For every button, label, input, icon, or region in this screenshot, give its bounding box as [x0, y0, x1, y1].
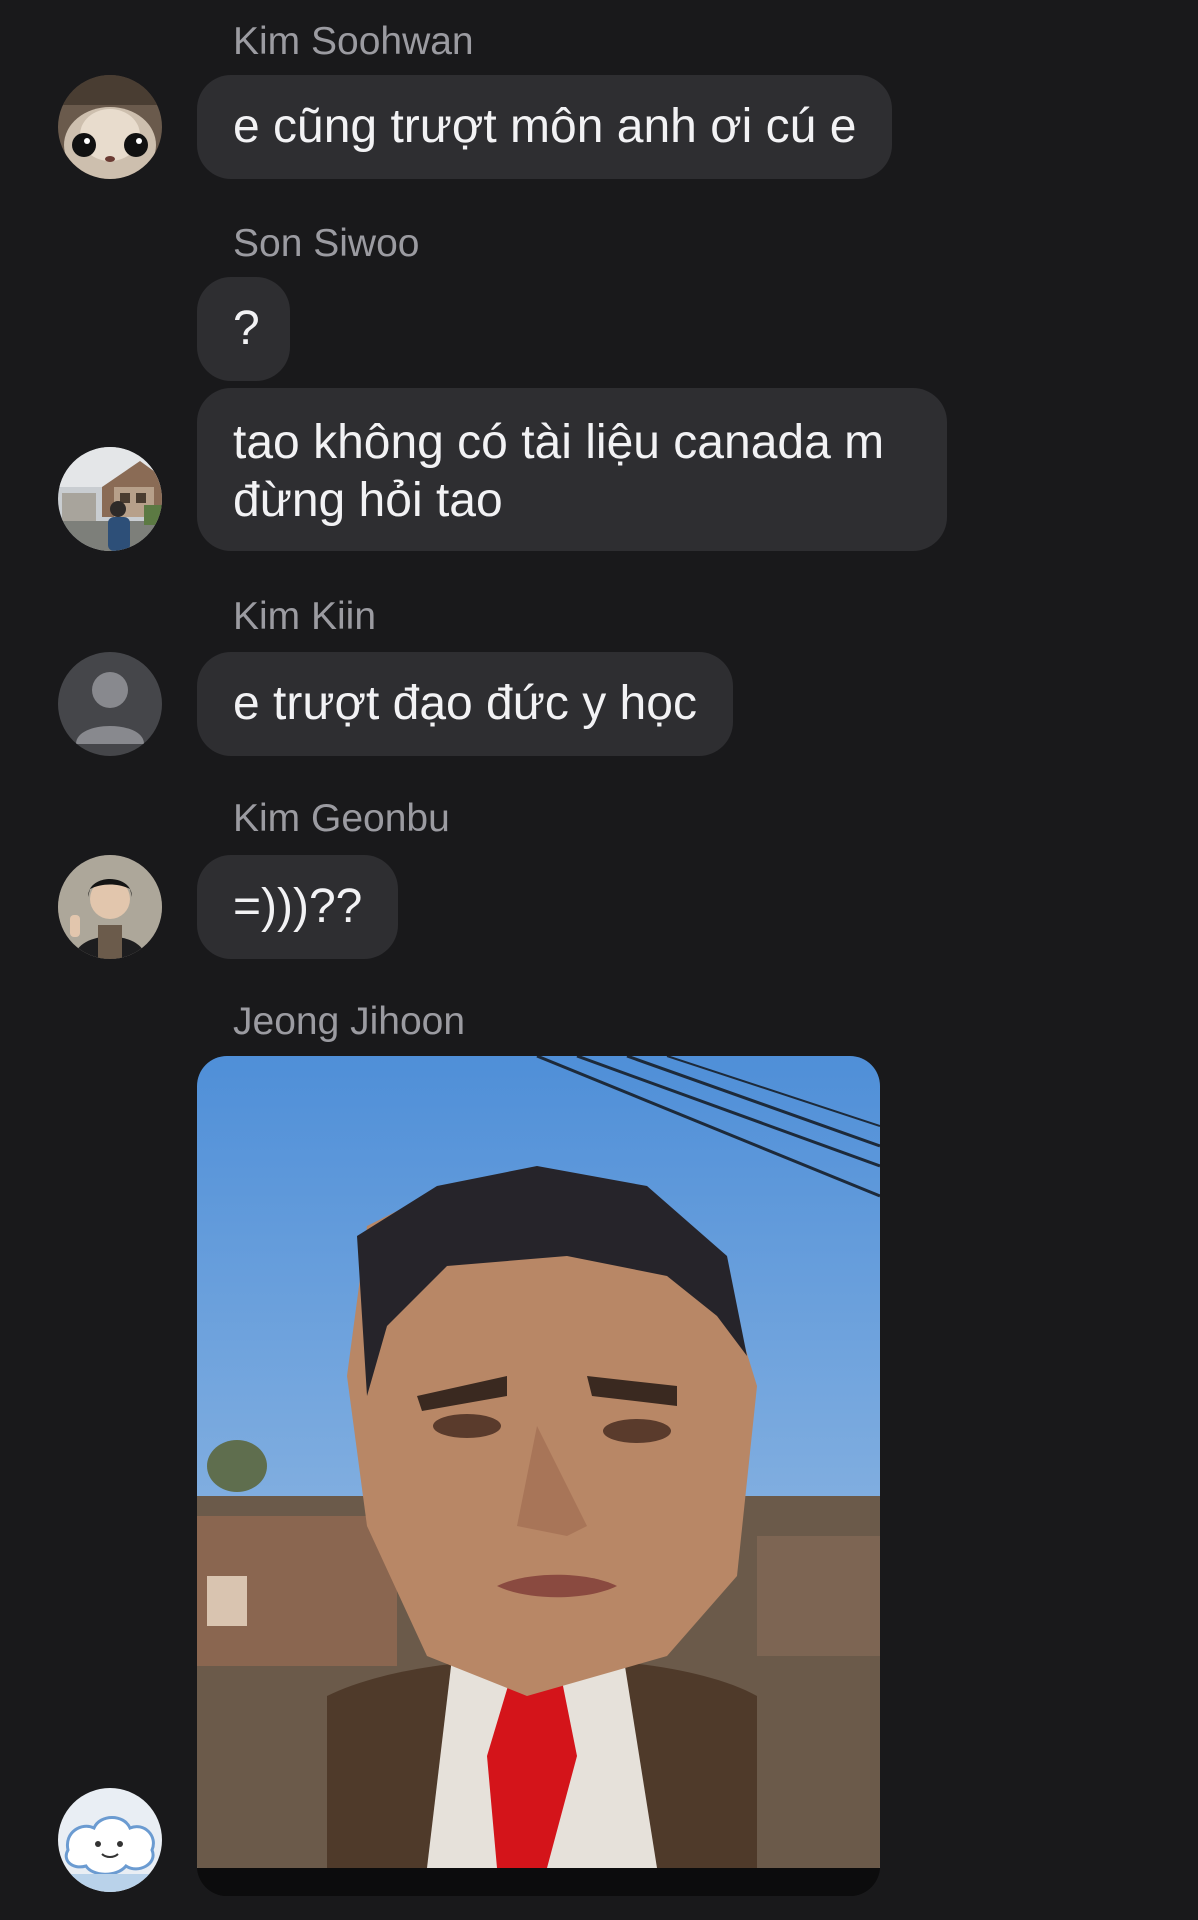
message-bubble[interactable]: ? — [197, 277, 290, 381]
message-bubble[interactable]: e cũng trượt môn anh ơi cú e — [197, 75, 893, 179]
message-text: =)))?? — [233, 880, 363, 933]
cartoon-cloud-avatar-icon[interactable] — [58, 1788, 162, 1892]
message-text: e cũng trượt môn anh ơi cú e — [233, 100, 857, 153]
message-bubble[interactable]: tao không có tài liệu canada m đừng hỏi … — [197, 388, 947, 551]
message-text: e trượt đạo đức y học — [233, 677, 697, 730]
message-bubble[interactable]: =)))?? — [197, 855, 399, 959]
sender-name: Son Siwoo — [233, 222, 420, 265]
sender-name: Kim Kiin — [233, 595, 377, 638]
message-bubble[interactable]: e trượt đạo đức y học — [197, 652, 733, 756]
sender-name: Kim Soohwan — [233, 20, 474, 63]
cat-photo-avatar-icon[interactable] — [58, 75, 162, 179]
sender-name: Jeong Jihoon — [233, 1000, 466, 1043]
person-photo-avatar-icon[interactable] — [58, 855, 162, 959]
street-photo-avatar-icon[interactable] — [58, 447, 162, 551]
message-text: ? — [233, 302, 260, 355]
sender-name: Kim Geonbu — [233, 797, 450, 840]
mr-bean-meme-image-icon[interactable] — [197, 1056, 880, 1896]
message-text: tao không có tài liệu canada m đừng hỏi … — [233, 416, 885, 527]
default-person-avatar-icon[interactable] — [58, 652, 162, 756]
